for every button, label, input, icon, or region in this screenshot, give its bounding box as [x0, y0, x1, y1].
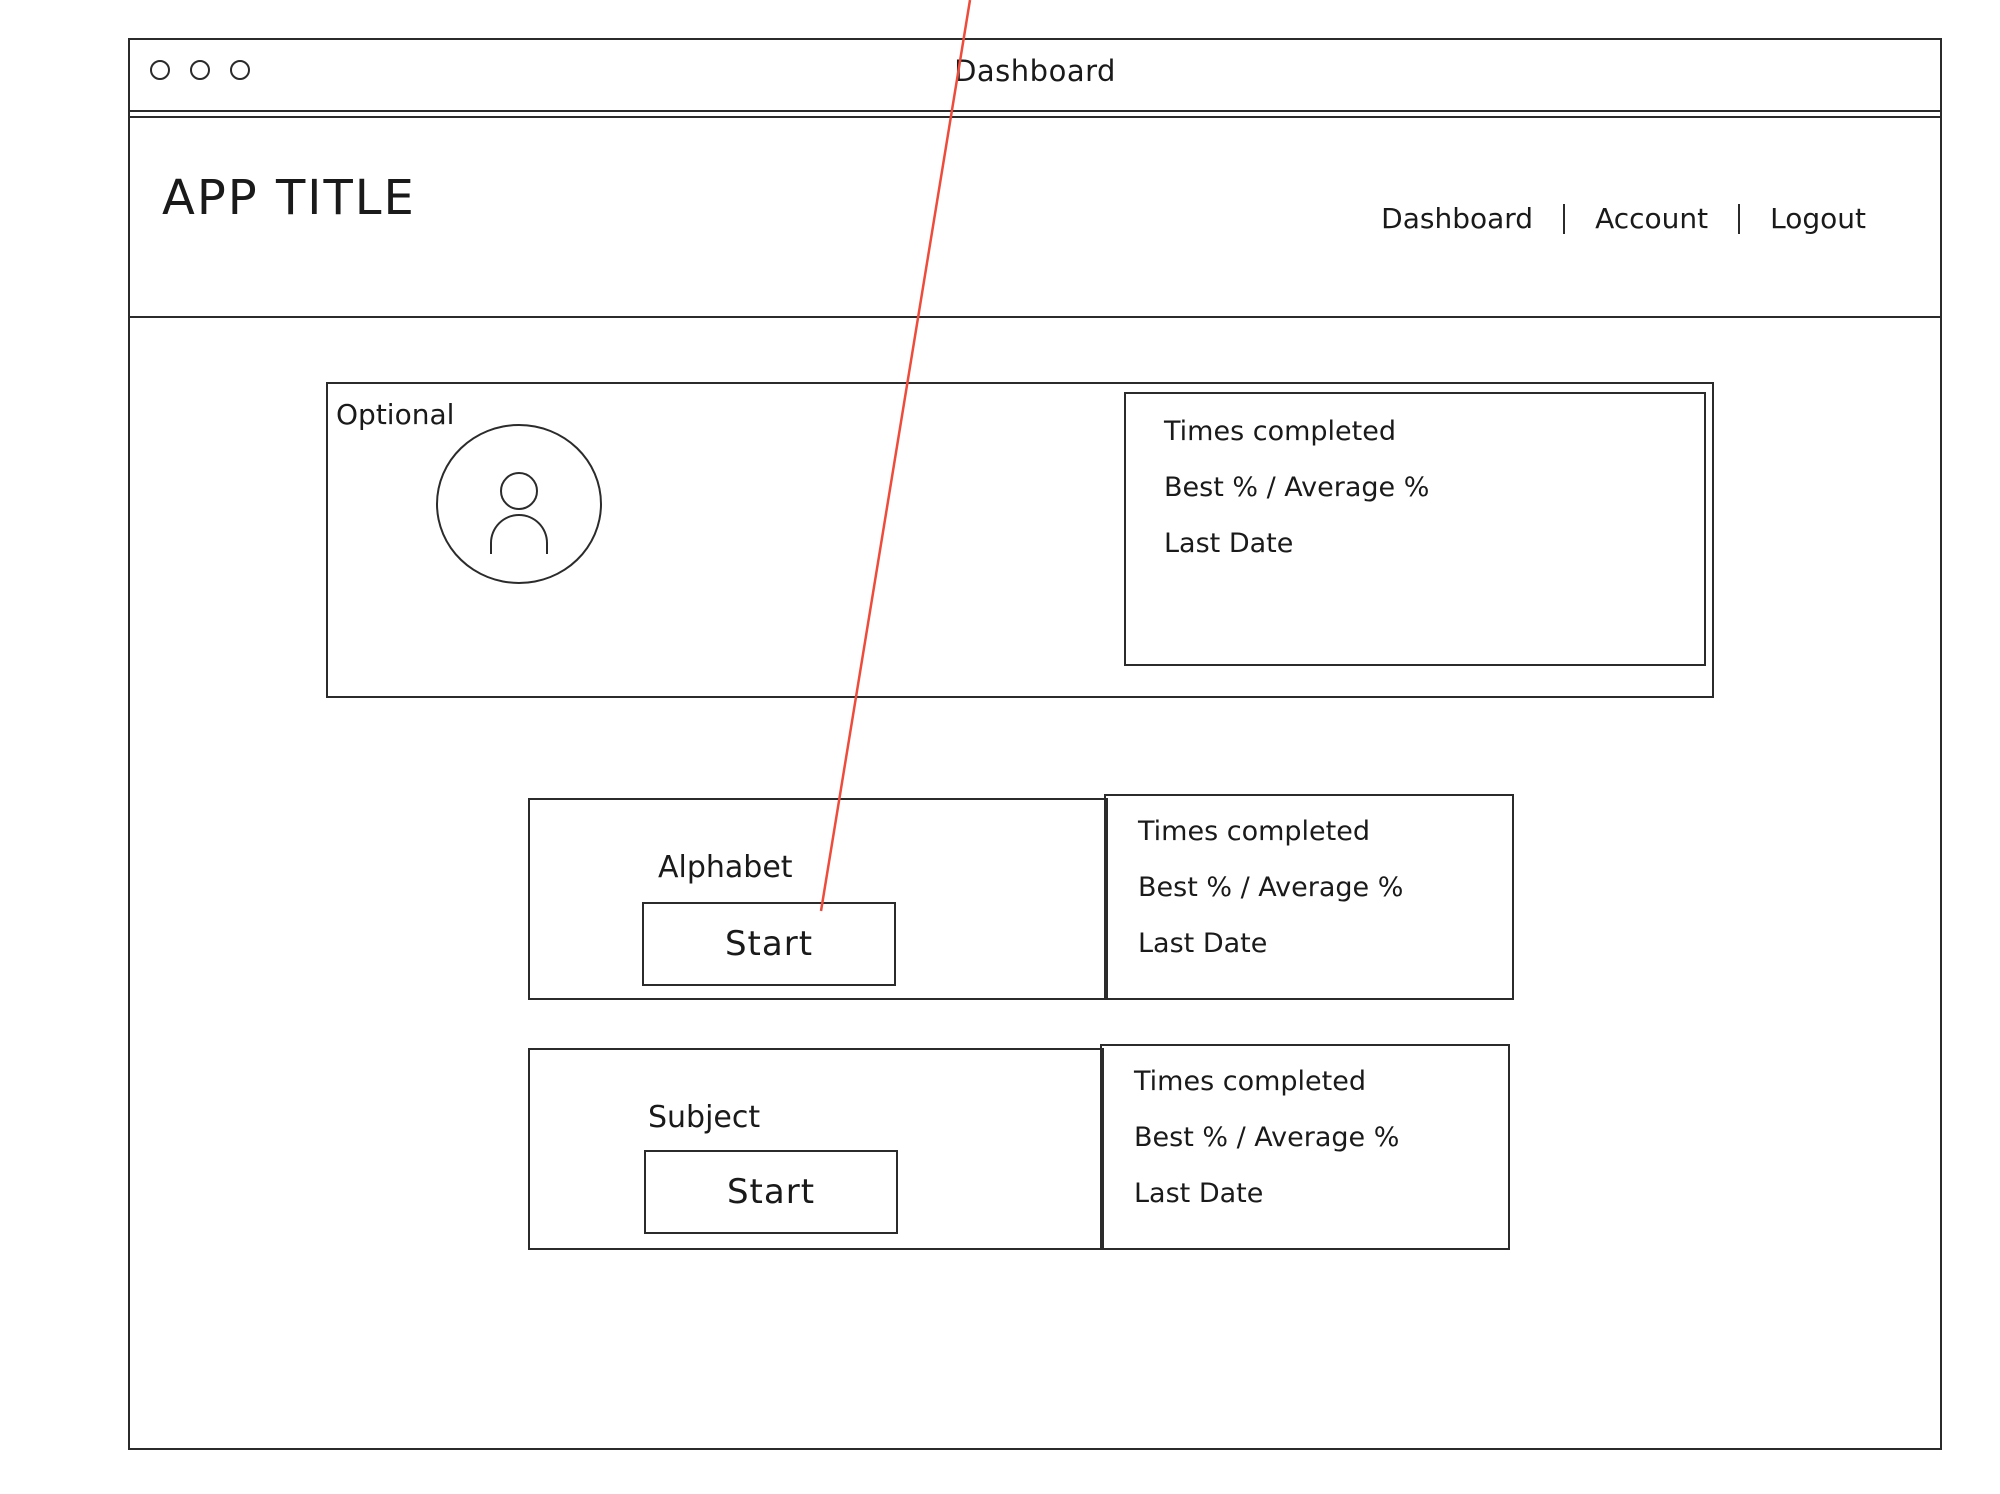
quiz-card-subject: Subject Start Times completed Best % / A… [528, 1044, 1514, 1250]
nav-divider [1563, 203, 1566, 234]
quiz-title: Alphabet [658, 850, 793, 885]
quiz-title: Subject [648, 1100, 761, 1135]
nav-dashboard-link[interactable]: Dashboard [1381, 202, 1533, 235]
stat-times-completed: Times completed [1134, 1066, 1366, 1097]
avatar-head-shape [500, 472, 538, 510]
stat-last-date: Last Date [1164, 528, 1294, 559]
nav-account-link[interactable]: Account [1595, 202, 1708, 235]
profile-stats-panel: Times completed Best % / Average % Last … [1124, 392, 1706, 666]
start-button[interactable]: Start [644, 1150, 898, 1234]
avatar-body-shape [490, 514, 548, 554]
stat-best-average: Best % / Average % [1134, 1122, 1400, 1153]
optional-label: Optional [336, 398, 455, 431]
stat-times-completed: Times completed [1164, 416, 1396, 447]
nav-logout-link[interactable]: Logout [1770, 202, 1866, 235]
top-nav: Dashboard Account Logout [1381, 202, 1866, 235]
window-title: Dashboard [954, 54, 1116, 88]
nav-divider [1738, 203, 1741, 234]
stat-last-date: Last Date [1134, 1178, 1264, 1209]
start-button[interactable]: Start [642, 902, 896, 986]
stat-best-average: Best % / Average % [1164, 472, 1430, 503]
app-title: APP TITLE [162, 170, 416, 226]
quiz-stats-panel: Times completed Best % / Average % Last … [1100, 1044, 1510, 1250]
stat-times-completed: Times completed [1138, 816, 1370, 847]
stat-last-date: Last Date [1138, 928, 1268, 959]
quiz-card-alphabet: Alphabet Start Times completed Best % / … [528, 794, 1514, 1000]
stat-best-average: Best % / Average % [1138, 872, 1404, 903]
quiz-stats-panel: Times completed Best % / Average % Last … [1104, 794, 1514, 1000]
avatar-user-icon [436, 424, 602, 584]
